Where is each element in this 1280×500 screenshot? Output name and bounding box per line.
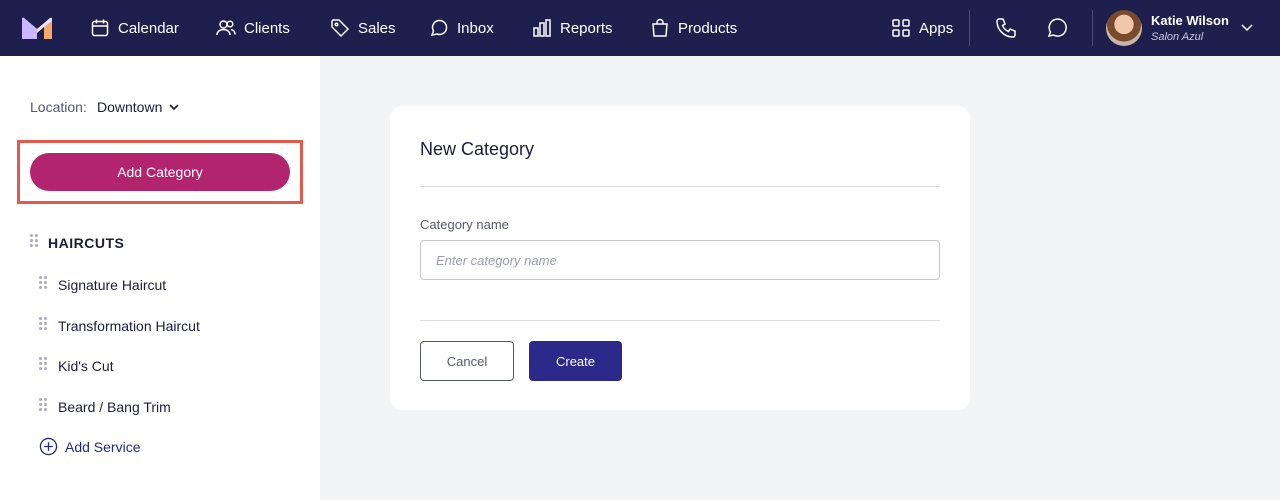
add-category-button[interactable]: Add Category (30, 153, 290, 191)
drag-handle-icon[interactable] (39, 317, 47, 335)
bar-chart-icon (533, 19, 551, 37)
drag-handle-icon[interactable] (39, 357, 47, 375)
cancel-button[interactable]: Cancel (420, 341, 514, 381)
user-name[interactable]: Katie Wilson (1151, 13, 1229, 28)
category-name-label: Category name (420, 217, 509, 232)
tag-icon (331, 19, 350, 38)
sidebar: Location: Downtown Add Category HAIRCUTS… (0, 56, 320, 500)
nav-sales[interactable]: Sales (330, 0, 396, 56)
nav-reports[interactable]: Reports (532, 0, 613, 56)
nav-clients-label: Clients (244, 19, 290, 37)
nav-sales-label: Sales (358, 19, 396, 37)
location-label: Location: (30, 99, 87, 115)
drag-handle-icon[interactable] (39, 398, 47, 416)
avatar[interactable] (1106, 10, 1142, 46)
nav-calendar-label: Calendar (118, 19, 179, 37)
calendar-icon (91, 19, 109, 37)
nav-divider (1092, 10, 1093, 46)
service-item[interactable]: Transformation Haircut (58, 318, 200, 334)
user-salon: Salon Azul (1151, 31, 1204, 43)
message-icon[interactable] (1045, 16, 1069, 40)
card-title: New Category (420, 139, 535, 159)
divider (420, 186, 940, 187)
add-service-label: Add Service (65, 438, 141, 455)
chevron-down-icon[interactable] (1240, 20, 1254, 34)
nav-products-label: Products (678, 19, 738, 37)
drag-handle-icon[interactable] (30, 234, 38, 252)
phone-icon[interactable] (994, 16, 1018, 40)
service-item[interactable]: Kid's Cut (58, 358, 114, 374)
nav-products[interactable]: Products (650, 0, 737, 56)
nav-divider (969, 10, 970, 46)
top-nav: Calendar Clients Sales Inbox Reports Pro… (0, 0, 1280, 56)
location-selector[interactable]: Downtown (97, 99, 180, 115)
nav-inbox[interactable]: Inbox (429, 0, 494, 56)
divider (420, 320, 940, 321)
create-button[interactable]: Create (529, 341, 622, 381)
brand-logo-icon[interactable] (22, 17, 52, 39)
users-icon (216, 20, 236, 36)
service-item[interactable]: Signature Haircut (58, 277, 166, 293)
nav-calendar[interactable]: Calendar (90, 0, 179, 56)
nav-apps[interactable]: Apps (891, 0, 953, 56)
nav-clients[interactable]: Clients (216, 0, 290, 56)
service-item[interactable]: Beard / Bang Trim (58, 399, 171, 415)
shopping-bag-icon (652, 18, 668, 37)
new-category-card: New Category Category name Cancel Create (390, 106, 970, 410)
apps-grid-icon (892, 19, 910, 37)
chevron-down-icon (169, 104, 179, 111)
chat-icon (430, 19, 448, 37)
category-name-input[interactable] (420, 240, 940, 280)
add-service-link[interactable]: Add Service (39, 437, 140, 456)
nav-reports-label: Reports (560, 19, 613, 37)
nav-inbox-label: Inbox (457, 19, 494, 37)
category-title[interactable]: HAIRCUTS (48, 235, 124, 251)
drag-handle-icon[interactable] (39, 276, 47, 294)
location-value: Downtown (97, 99, 163, 115)
plus-circle-icon (39, 437, 58, 456)
nav-apps-label: Apps (919, 19, 954, 37)
